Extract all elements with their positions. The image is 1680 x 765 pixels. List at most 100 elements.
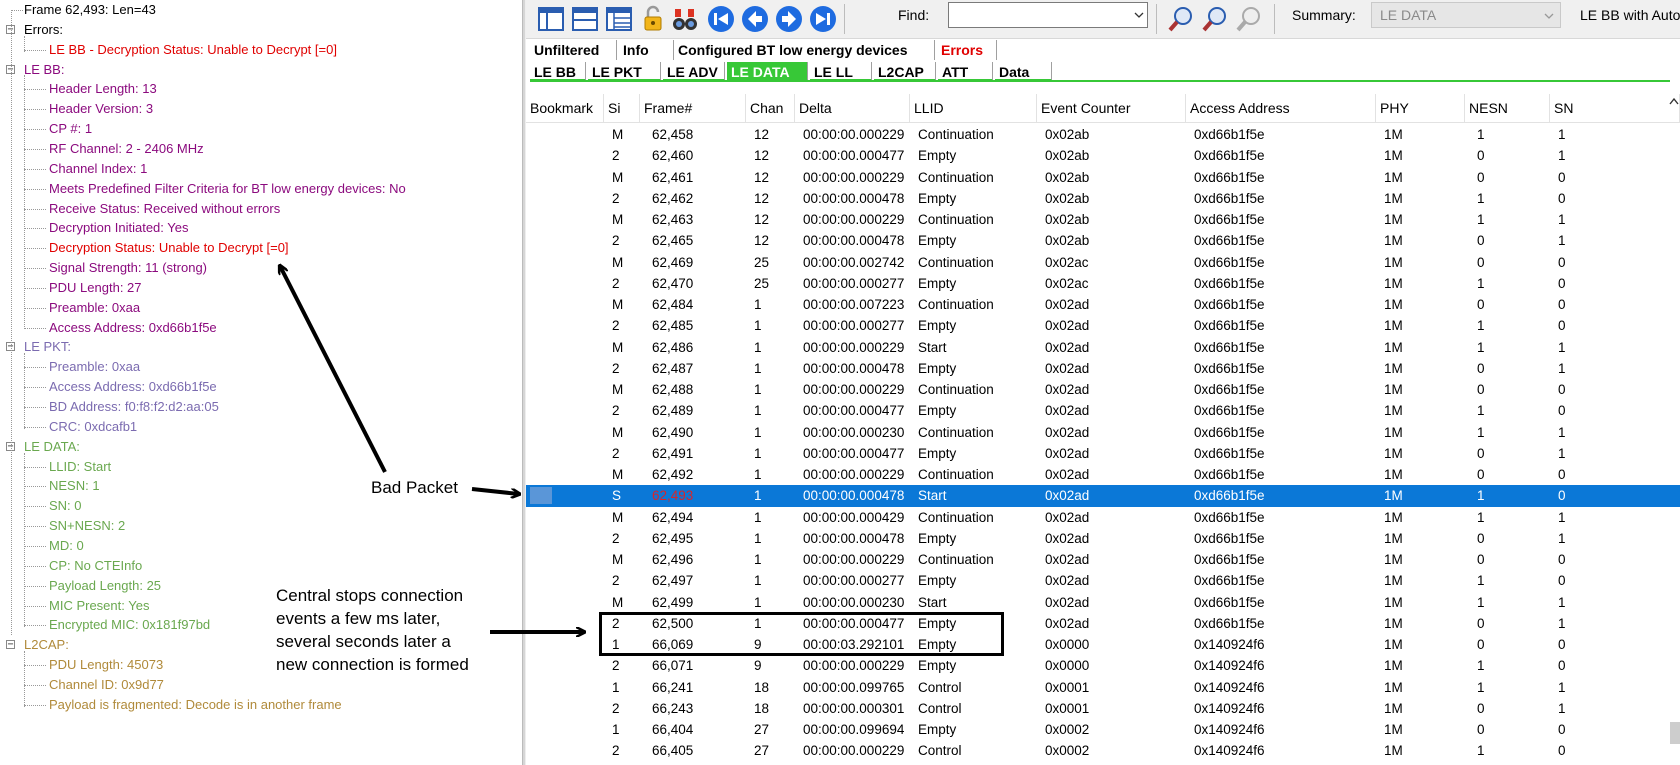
column-header[interactable]: SN [1550, 94, 1680, 122]
table-row[interactable]: 2 62,489 1 00:00:00.000477 Empty 0x02ad 0xd66b… [526, 400, 1680, 421]
table-row[interactable]: 2 62,465 12 00:00:00.000478 Empty 0x02ab 0xd66… [526, 230, 1680, 251]
bookmark-marker[interactable] [530, 487, 552, 505]
table-row[interactable]: 2 66,071 9 00:00:00.000229 Empty 0x0000 0x1409… [526, 655, 1680, 676]
pane-layout-2-icon[interactable] [570, 4, 600, 34]
tree-node[interactable]: LE BB: [24, 60, 64, 80]
tree-leaf[interactable]: CP #: 1 [49, 119, 92, 139]
table-row[interactable]: M 62,486 1 00:00:00.000229 Start 0x02ad 0xd66b… [526, 337, 1680, 358]
table-row[interactable]: S 62,493 1 00:00:00.000478 Start 0x02ad 0xd66b… [526, 485, 1680, 507]
tree-leaf[interactable]: Decryption Status: Unable to Decrypt [=0… [49, 238, 289, 258]
table-row[interactable]: 2 62,497 1 00:00:00.000277 Empty 0x02ad 0xd66b… [526, 570, 1680, 591]
tree-leaf[interactable]: RF Channel: 2 - 2406 MHz [49, 139, 204, 159]
tree-leaf[interactable]: Preamble: 0xaa [49, 298, 140, 318]
column-header[interactable]: Frame# [640, 94, 746, 122]
scroll-up-icon[interactable] [1668, 96, 1680, 120]
tree-leaf[interactable]: Payload is fragmented: Decode is in anot… [49, 695, 342, 715]
tree-leaf[interactable]: Payload Length: 25 [49, 576, 161, 596]
tree-leaf[interactable]: Channel Index: 1 [49, 159, 147, 179]
table-row[interactable]: M 62,492 1 00:00:00.000229 Continuation 0x02a… [526, 464, 1680, 485]
tab-data[interactable]: Data [995, 62, 1052, 82]
binoculars-icon[interactable] [670, 4, 700, 34]
tree-node[interactable]: Errors: [24, 20, 63, 40]
tab-errors[interactable]: Errors [937, 40, 997, 60]
tree-leaf[interactable]: Decryption Initiated: Yes [49, 218, 188, 238]
tab-le-pkt[interactable]: LE PKT [588, 62, 661, 82]
tab-configured-bt-low-energy-devices[interactable]: Configured BT low energy devices [674, 40, 935, 60]
tree-leaf[interactable]: BD Address: f0:f8:f2:d2:aa:05 [49, 397, 219, 417]
tab-unfiltered[interactable]: Unfiltered [530, 40, 617, 60]
tree-leaf[interactable]: MD: 0 [49, 536, 84, 556]
tree-leaf[interactable]: CP: No CTEInfo [49, 556, 142, 576]
tree-leaf[interactable]: CRC: 0xdcafb1 [49, 417, 137, 437]
table-row[interactable]: M 62,463 12 00:00:00.000229 Continuation 0x02… [526, 209, 1680, 230]
collapse-icon[interactable]: − [6, 640, 15, 650]
last-frame-icon[interactable] [808, 4, 838, 34]
column-header[interactable]: Access Address [1186, 94, 1376, 122]
table-row[interactable]: M 62,490 1 00:00:00.000230 Continuation 0x02a… [526, 422, 1680, 443]
table-row[interactable]: M 62,469 25 00:00:00.002742 Continuation 0x02… [526, 252, 1680, 273]
table-row[interactable]: M 62,496 1 00:00:00.000229 Continuation 0x02a… [526, 549, 1680, 570]
tab-l2cap[interactable]: L2CAP [874, 62, 936, 82]
first-frame-icon[interactable] [706, 4, 736, 34]
tree-leaf[interactable]: Access Address: 0xd66b1f5e [49, 318, 217, 338]
table-row[interactable]: M 62,458 12 00:00:00.000229 Continuation 0x02… [526, 124, 1680, 145]
find-previous-icon[interactable] [1166, 4, 1196, 34]
tree-leaf[interactable]: Meets Predefined Filter Criteria for BT … [49, 179, 406, 199]
table-row[interactable]: M 62,488 1 00:00:00.000229 Continuation 0x02a… [526, 379, 1680, 400]
column-header[interactable]: PHY [1376, 94, 1465, 122]
chevron-down-icon[interactable] [1134, 10, 1144, 20]
tree-leaf[interactable]: Receive Status: Received without errors [49, 199, 280, 219]
tree-leaf[interactable]: LLID: Start [49, 457, 111, 477]
tree-node[interactable]: L2CAP: [24, 635, 69, 655]
tree-node[interactable]: LE PKT: [24, 337, 71, 357]
table-row[interactable]: 2 62,470 25 00:00:00.000277 Empty 0x02ac 0xd66… [526, 273, 1680, 294]
tab-le-bb[interactable]: LE BB [530, 62, 586, 82]
column-header[interactable]: NESN [1465, 94, 1550, 122]
tab-le-ll[interactable]: LE LL [810, 62, 872, 82]
tree-leaf[interactable]: PDU Length: 27 [49, 278, 142, 298]
tree-leaf[interactable]: Signal Strength: 11 (strong) [49, 258, 207, 278]
tree-leaf[interactable]: MIC Present: Yes [49, 596, 149, 616]
column-header[interactable]: Bookmark [526, 94, 604, 122]
table-row[interactable]: M 62,494 1 00:00:00.000429 Continuation 0x02a… [526, 507, 1680, 528]
tree-leaf[interactable]: Encrypted MIC: 0x181f97bd [49, 615, 210, 635]
previous-frame-icon[interactable] [740, 4, 770, 34]
tree-leaf[interactable]: SN+NESN: 2 [49, 516, 125, 536]
find-clear-icon[interactable] [1234, 4, 1264, 34]
tab-info[interactable]: Info [619, 40, 674, 60]
column-header[interactable]: Event Counter [1037, 94, 1186, 122]
table-row[interactable]: 2 62,491 1 00:00:00.000477 Empty 0x02ad 0xd66b… [526, 443, 1680, 464]
tree-node[interactable]: LE DATA: [24, 437, 80, 457]
tree-leaf[interactable]: Channel ID: 0x9d77 [49, 675, 164, 695]
tab-le-adv[interactable]: LE ADV [663, 62, 725, 82]
find-input[interactable] [948, 2, 1148, 28]
tree-leaf[interactable]: SN: 0 [49, 496, 82, 516]
scrollbar-thumb[interactable] [1670, 722, 1680, 744]
chevron-down-icon[interactable] [1544, 11, 1554, 21]
table-row[interactable]: 2 62,462 12 00:00:00.000478 Empty 0x02ab 0xd66… [526, 188, 1680, 209]
summary-select[interactable]: LE DATA [1371, 2, 1561, 28]
column-header[interactable]: Delta [795, 94, 910, 122]
column-header[interactable]: Si [604, 94, 640, 122]
table-row[interactable]: 1 66,404 27 00:00:00.099694 Empty 0x0002 0x140… [526, 719, 1680, 740]
table-row[interactable]: 1 66,241 18 00:00:00.099765 Control 0x0001 0x1… [526, 677, 1680, 698]
table-row[interactable]: M 62,499 1 00:00:00.000230 Start 0x02ad 0xd66b… [526, 592, 1680, 613]
table-row[interactable]: 2 62,487 1 00:00:00.000478 Empty 0x02ad 0xd66b… [526, 358, 1680, 379]
tree-node[interactable]: Frame 62,493: Len=43 [24, 0, 156, 20]
tree-leaf[interactable]: Header Length: 13 [49, 79, 157, 99]
unlock-icon[interactable] [638, 4, 668, 34]
tree-leaf[interactable]: PDU Length: 45073 [49, 655, 163, 675]
tree-leaf[interactable]: LE BB - Decryption Status: Unable to Dec… [49, 40, 337, 60]
tree-leaf[interactable]: Header Version: 3 [49, 99, 153, 119]
table-row[interactable]: 2 66,405 27 00:00:00.000229 Control 0x0002 0x1… [526, 740, 1680, 761]
find-next-icon[interactable] [1200, 4, 1230, 34]
pane-layout-1-icon[interactable] [536, 4, 566, 34]
table-row[interactable]: M 62,461 12 00:00:00.000229 Continuation 0x02… [526, 167, 1680, 188]
tree-leaf[interactable]: Access Address: 0xd66b1f5e [49, 377, 217, 397]
column-header[interactable]: Chan [746, 94, 795, 122]
table-row[interactable]: M 62,484 1 00:00:00.007223 Continuation 0x02a… [526, 294, 1680, 315]
tab-att[interactable]: ATT [938, 62, 993, 82]
column-header[interactable]: LLID [910, 94, 1037, 122]
tree-leaf[interactable]: NESN: 1 [49, 476, 100, 496]
tab-le-data[interactable]: LE DATA [727, 62, 808, 82]
